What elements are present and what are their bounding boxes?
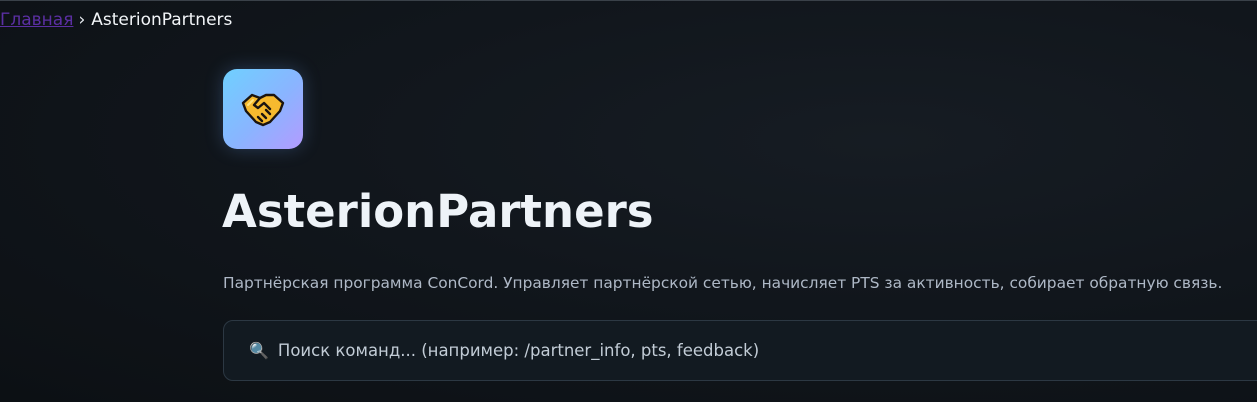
breadcrumb-separator: › <box>78 10 86 30</box>
search-icon: 🔍 <box>249 341 269 360</box>
page-description: Партнёрская программа ConCord. Управляет… <box>223 274 1223 292</box>
breadcrumb-home-link[interactable]: Главная <box>0 10 73 30</box>
command-search-input[interactable] <box>277 341 1257 360</box>
top-divider <box>0 0 1257 1</box>
page-title: AsterionPartners <box>222 185 654 238</box>
command-search-box[interactable]: 🔍 <box>223 320 1257 381</box>
app-logo <box>223 69 303 149</box>
breadcrumb-current: AsterionPartners <box>91 10 233 30</box>
handshake-icon <box>241 93 285 127</box>
breadcrumb: Главная › AsterionPartners <box>0 9 232 31</box>
